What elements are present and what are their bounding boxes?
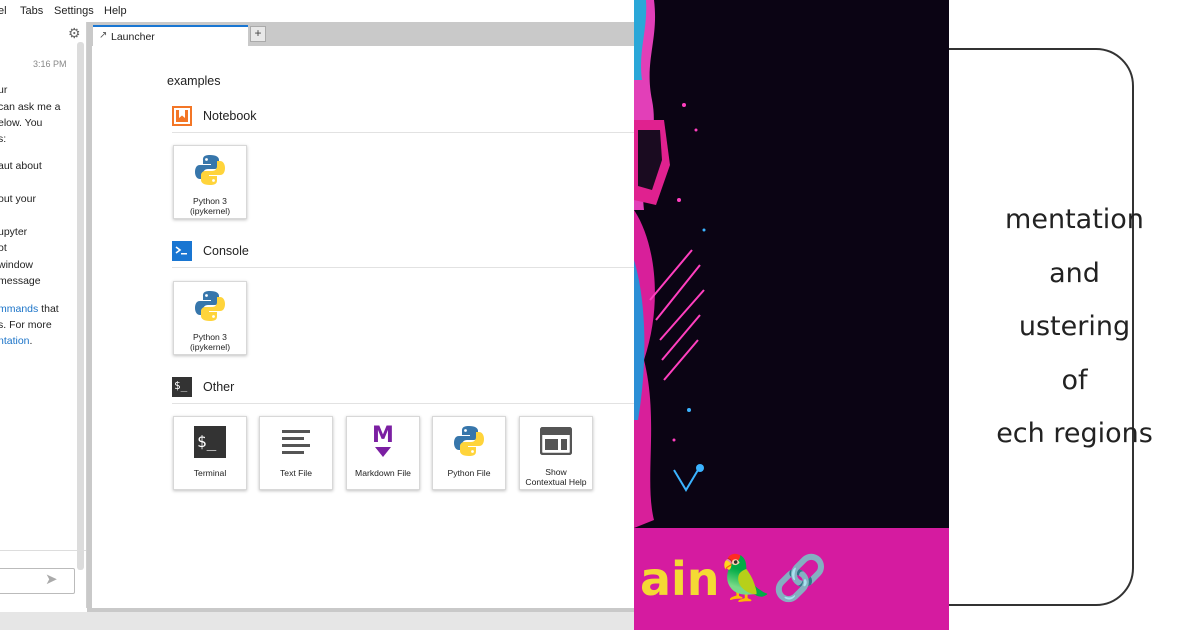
chat-input[interactable] [0,568,75,594]
banner-title: ain [640,552,720,606]
box-text-line: ustering [1018,311,1131,342]
section-label: Other [203,380,235,394]
menu-kernel[interactable]: el [0,5,7,17]
card-terminal[interactable]: $_ Terminal [173,416,247,490]
jupyterlab-window: el Tabs Settings Help ⚙ 3:16 PM ur can a… [0,0,634,630]
chat-message-line: mmands that [0,303,59,315]
chat-message-line: ot [0,242,7,254]
python-icon [193,153,227,192]
card-label: Show Contextual Help [525,467,587,487]
chat-message-line: ur [0,84,8,96]
card-contextual-help[interactable]: Show Contextual Help [519,416,593,490]
section-divider [172,132,634,133]
chat-message-line: s. For more [0,319,52,331]
tab-bar: ↗ Launcher + [87,22,634,46]
card-python3-notebook[interactable]: Python 3 (ipykernel) [173,145,247,219]
notebook-icon [172,106,192,126]
chat-message-line: upyter [0,226,28,238]
chat-message-line: can ask me a [0,101,61,113]
menu-settings[interactable]: Settings [54,5,94,17]
chat-message-line: message [0,275,41,287]
python-icon [193,289,227,328]
documentation-suffix: . [29,335,33,347]
card-label: Text File [280,468,312,478]
card-label: Python 3 (ipykernel) [189,196,231,216]
chat-sidebar: ⚙ 3:16 PM ur can ask me a elow. You s: a… [0,22,87,608]
chat-message-line: aut about [0,160,42,172]
text-box-panel: mentation and ustering of ech regions [949,0,1200,630]
python-icon [452,424,486,463]
send-icon[interactable]: ➤ [45,570,58,588]
tab-launcher-label: Launcher [111,31,155,43]
chat-divider [0,550,86,551]
chat-message-line: s: [0,133,7,145]
commands-link[interactable]: mmands [0,303,38,315]
section-label: Console [203,244,249,258]
menu-bar: el Tabs Settings Help [0,0,634,23]
menu-tabs[interactable]: Tabs [20,5,43,17]
card-label: Python 3 (ipykernel) [189,332,231,352]
terminal-icon: $_ [194,426,226,458]
card-label: Markdown File [355,468,411,478]
parrot-chain-emoji: 🦜🔗 [718,554,828,603]
box-text-line: mentation [1005,204,1144,235]
chat-message-line: ntation. [0,335,32,347]
card-markdown-file[interactable]: M Markdown File [346,416,420,490]
chat-message-line: out your [0,193,36,205]
gear-icon[interactable]: ⚙ [68,25,81,42]
card-label: Terminal [193,468,227,478]
launcher-cwd-title: examples [167,74,221,88]
terminal-section-icon: $_ [172,377,192,397]
message-time: 3:16 PM [33,59,67,69]
card-python3-console[interactable]: Python 3 (ipykernel) [173,281,247,355]
card-label: Python File [447,468,491,478]
markdown-icon: M [367,423,399,464]
section-divider [172,403,634,404]
card-text-file[interactable]: Text File [259,416,333,490]
launcher-panel: examples Notebook Python 3 (ipykernel) C… [92,46,634,608]
box-text-line: ech regions [996,418,1153,449]
section-label: Notebook [203,109,257,123]
card-python-file[interactable]: Python File [432,416,506,490]
bottom-scrollbar[interactable] [0,612,634,630]
text-file-icon [280,426,312,463]
console-icon [172,241,192,261]
chat-message-line: window [0,259,34,271]
launcher-tab-icon: ↗ [99,30,108,41]
menu-help[interactable]: Help [104,5,127,17]
chat-scrollbar[interactable] [77,42,84,570]
commands-suffix: that [38,303,59,315]
box-text-line: and [1049,258,1100,289]
contextual-help-icon [539,426,573,460]
section-divider [172,267,634,268]
chat-message-line: elow. You [0,117,43,129]
tab-launcher[interactable]: ↗ Launcher [93,25,248,46]
box-text-line: of [1061,365,1088,396]
svg-text:M: M [372,423,394,448]
documentation-link[interactable]: ntation [0,335,30,347]
new-tab-button[interactable]: + [250,26,266,42]
